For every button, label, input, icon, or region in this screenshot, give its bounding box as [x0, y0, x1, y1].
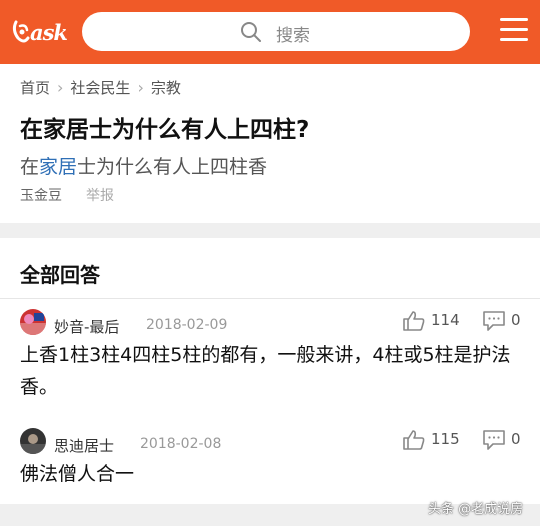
- menu-icon[interactable]: [500, 18, 528, 44]
- answer-username[interactable]: 思迪居士: [54, 435, 114, 456]
- comment-icon[interactable]: [482, 429, 506, 451]
- breadcrumb-home[interactable]: 首页: [20, 77, 50, 98]
- top-bar: ask 搜索: [0, 0, 540, 64]
- question-card: 首页 › 社会民生 › 宗教 在家居士为什么有人上四柱? 在家居士为什么有人上四…: [0, 64, 540, 223]
- watermark: 头条 @老成说房: [428, 502, 524, 517]
- search-input[interactable]: 搜索: [82, 12, 470, 51]
- question-description: 在家居士为什么有人上四柱香: [20, 152, 267, 179]
- answers-card: 全部回答 妙音-最后 2018-02-09 114 0 上香1柱3柱4四柱5柱的…: [0, 238, 540, 504]
- chevron-right-icon: ›: [57, 78, 64, 97]
- report-link[interactable]: 举报: [86, 188, 114, 204]
- breadcrumb-subcategory[interactable]: 宗教: [151, 77, 181, 98]
- comment-count: 0: [511, 430, 521, 448]
- avatar[interactable]: [20, 428, 46, 454]
- answer-username[interactable]: 妙音-最后: [54, 316, 119, 337]
- question-description-text: 士为什么有人上四柱香: [77, 156, 268, 178]
- answers-heading: 全部回答: [20, 263, 100, 287]
- breadcrumb: 首页 › 社会民生 › 宗教: [20, 77, 181, 98]
- logo-text: ask: [30, 20, 68, 45]
- answer-body: 上香1柱3柱4四柱5柱的都有，一般来讲，4柱或5柱是护法香。: [20, 344, 511, 398]
- question-meta: 玉金豆 举报: [20, 185, 114, 205]
- breadcrumb-category[interactable]: 社会民生: [70, 77, 130, 98]
- search-placeholder: 搜索: [276, 26, 310, 46]
- avatar[interactable]: [20, 309, 46, 335]
- search-icon: [241, 22, 261, 42]
- logo[interactable]: ask: [10, 12, 68, 52]
- divider: [0, 298, 540, 299]
- comment-icon[interactable]: [482, 310, 506, 332]
- comment-count: 0: [511, 311, 521, 329]
- question-author[interactable]: 玉金豆: [20, 188, 62, 204]
- thumbs-up-icon[interactable]: [402, 310, 426, 332]
- keyword-link[interactable]: 家居: [39, 156, 77, 178]
- answer-body: 佛法僧人合一: [20, 463, 135, 485]
- question-title: 在家居士为什么有人上四柱?: [20, 117, 310, 143]
- like-count: 115: [431, 430, 460, 448]
- question-description-text: 在: [20, 156, 40, 178]
- answer-date: 2018-02-09: [146, 317, 228, 333]
- answer-date: 2018-02-08: [140, 436, 222, 452]
- like-count: 114: [431, 311, 460, 329]
- thumbs-up-icon[interactable]: [402, 429, 426, 451]
- chevron-right-icon: ›: [137, 78, 144, 97]
